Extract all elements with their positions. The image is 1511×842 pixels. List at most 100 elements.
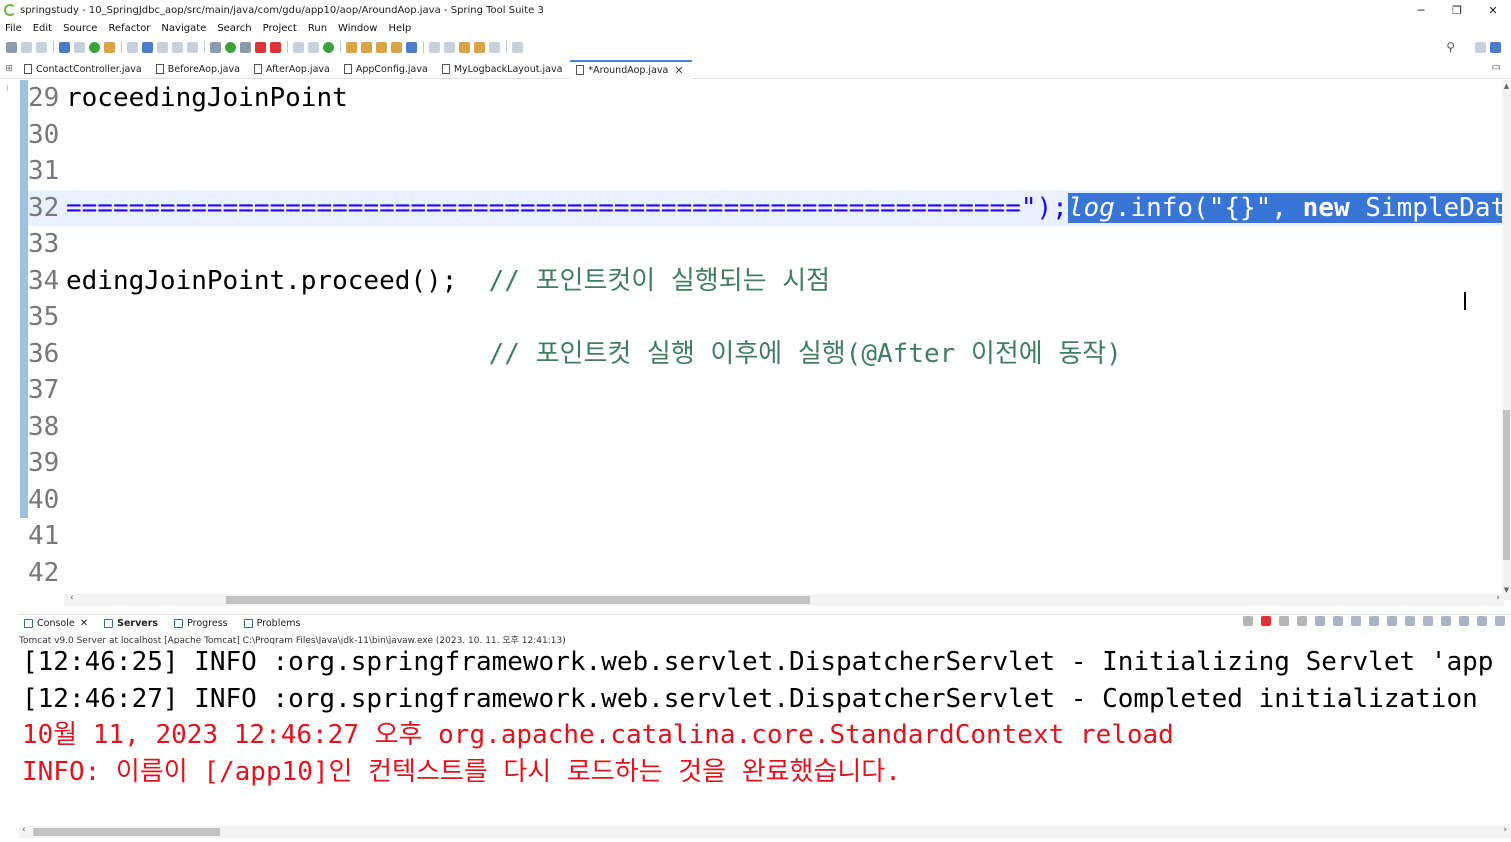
- scroll-right-icon[interactable]: ›: [1496, 593, 1500, 603]
- debug-icon[interactable]: [210, 41, 221, 53]
- show-on-output-icon[interactable]: [1369, 616, 1379, 626]
- skip-breakpoints-icon[interactable]: [74, 41, 85, 53]
- code-editor[interactable]: ⁝ 29 roceedingJoinPoint 30 31 32 =========…: [0, 80, 1511, 608]
- open-type-icon[interactable]: [346, 41, 357, 53]
- search-icon[interactable]: ⚲: [1446, 40, 1455, 54]
- minimize-editor-icon[interactable]: ▭: [1492, 62, 1501, 73]
- remove-all-terminated-icon[interactable]: [1297, 616, 1307, 626]
- toggle-mark-icon[interactable]: [127, 41, 138, 53]
- code-line[interactable]: 41: [28, 518, 1504, 554]
- block-select-icon[interactable]: [157, 41, 168, 53]
- external-tools-icon[interactable]: [270, 41, 281, 53]
- new-icon[interactable]: [6, 41, 17, 53]
- menu-run[interactable]: Run: [308, 23, 327, 34]
- scroll-thumb[interactable]: [1503, 410, 1510, 560]
- tab-progress[interactable]: Progress: [168, 618, 228, 629]
- scroll-left-icon[interactable]: ‹: [70, 593, 74, 603]
- back-icon[interactable]: [474, 41, 485, 53]
- word-wrap-icon[interactable]: [172, 41, 183, 53]
- code-line[interactable]: 37: [28, 372, 1504, 408]
- close-window-button[interactable]: ✕: [1475, 0, 1511, 20]
- scroll-left-icon[interactable]: ‹: [22, 825, 26, 835]
- tab-mylogbacklayout[interactable]: MyLogbackLayout.java: [436, 60, 571, 79]
- tab-contactcontroller[interactable]: ContactController.java: [18, 60, 150, 79]
- tab-appconfig[interactable]: AppConfig.java: [338, 60, 436, 79]
- next-annotation-icon[interactable]: [429, 41, 440, 53]
- spring-boot-icon[interactable]: [89, 41, 100, 53]
- restart-icon[interactable]: [1243, 616, 1253, 626]
- open-task-icon[interactable]: [361, 41, 372, 53]
- stop-icon[interactable]: [255, 41, 266, 53]
- search-tool-icon[interactable]: [376, 41, 387, 53]
- console-output[interactable]: [12:46:25] INFO :org.springframework.web…: [19, 644, 1503, 826]
- menu-project[interactable]: Project: [263, 23, 297, 34]
- new-package-icon[interactable]: [308, 41, 319, 53]
- tab-servers[interactable]: Servers: [98, 618, 158, 629]
- open-folder-icon[interactable]: [391, 41, 402, 53]
- minimize-panel-icon[interactable]: [1495, 616, 1505, 626]
- code-line[interactable]: 42: [28, 555, 1504, 591]
- menu-source[interactable]: Source: [63, 23, 97, 34]
- save-all-icon[interactable]: [36, 41, 47, 53]
- clear-console-icon[interactable]: [1315, 616, 1325, 626]
- code-line[interactable]: 30: [28, 117, 1504, 153]
- menu-window[interactable]: Window: [338, 23, 377, 34]
- current-code-line[interactable]: 32 ======================================…: [28, 189, 1511, 226]
- show-on-error-icon[interactable]: [1387, 616, 1397, 626]
- scroll-lock-icon[interactable]: [1333, 616, 1343, 626]
- word-wrap-icon[interactable]: [1351, 616, 1361, 626]
- tab-problems[interactable]: Problems: [238, 618, 300, 629]
- tab-console[interactable]: Console ✕: [18, 618, 88, 629]
- minimize-button[interactable]: ─: [1403, 0, 1439, 20]
- menu-refactor[interactable]: Refactor: [108, 23, 150, 34]
- highlight-icon[interactable]: [142, 41, 153, 53]
- code-line[interactable]: 39: [28, 445, 1504, 481]
- remove-launch-icon[interactable]: [1279, 616, 1289, 626]
- code-line[interactable]: 33: [28, 226, 1504, 262]
- pin-editor-icon[interactable]: [512, 41, 523, 53]
- scroll-thumb[interactable]: [226, 596, 810, 604]
- menu-help[interactable]: Help: [388, 23, 411, 34]
- refresh-icon[interactable]: [104, 41, 115, 53]
- display-console-icon[interactable]: [1423, 616, 1433, 626]
- console-horizontal-scrollbar[interactable]: ‹ ›: [19, 825, 1511, 838]
- terminate-icon[interactable]: [1261, 616, 1271, 626]
- scroll-right-icon[interactable]: ›: [1503, 825, 1507, 835]
- editor-vertical-scrollbar[interactable]: ▲ ▼: [1502, 80, 1511, 600]
- new-class-icon[interactable]: [323, 41, 334, 53]
- web-browser-icon[interactable]: [406, 41, 417, 53]
- open-perspective-icon[interactable]: [1475, 41, 1486, 53]
- last-edit-location-icon[interactable]: [459, 41, 470, 53]
- code-line[interactable]: 29 roceedingJoinPoint: [28, 80, 1504, 116]
- menu-search[interactable]: Search: [217, 23, 251, 34]
- run-icon[interactable]: [225, 41, 236, 53]
- scroll-down-icon[interactable]: ▼: [1502, 586, 1511, 594]
- close-tab-icon[interactable]: ✕: [80, 618, 88, 629]
- editor-horizontal-scrollbar[interactable]: ‹ ›: [64, 593, 1504, 606]
- code-line[interactable]: 36 // 포인트컷 실행 이후에 실행(@After 이전에 동작): [28, 336, 1504, 372]
- pin-console-icon[interactable]: [1405, 616, 1415, 626]
- close-tab-icon[interactable]: ✕: [674, 64, 683, 77]
- code-line[interactable]: 38: [28, 409, 1504, 445]
- terminal-icon[interactable]: [59, 41, 70, 53]
- save-icon[interactable]: [21, 41, 32, 53]
- code-line[interactable]: 40: [28, 482, 1504, 518]
- tab-beforeaop[interactable]: BeforeAop.java: [150, 60, 248, 79]
- restore-button[interactable]: ❐: [1439, 0, 1475, 20]
- menu-file[interactable]: File: [5, 23, 22, 34]
- menu-edit[interactable]: Edit: [33, 23, 52, 34]
- menu-navigate[interactable]: Navigate: [161, 23, 206, 34]
- scroll-thumb[interactable]: [33, 828, 220, 836]
- new-java-project-icon[interactable]: [293, 41, 304, 53]
- tab-afteraop[interactable]: AfterAop.java: [248, 60, 338, 79]
- open-console-icon[interactable]: [1441, 616, 1451, 626]
- whitespace-icon[interactable]: [187, 41, 198, 53]
- selected-text[interactable]: log.info("{}", new SimpleDate: [1067, 192, 1511, 223]
- settings-icon[interactable]: [1477, 616, 1487, 626]
- code-line[interactable]: 31: [28, 153, 1504, 189]
- previous-annotation-icon[interactable]: [444, 41, 455, 53]
- code-line[interactable]: 35: [28, 299, 1504, 335]
- tab-aroundaop[interactable]: *AroundAop.java ✕: [570, 59, 692, 79]
- java-perspective-icon[interactable]: [1490, 41, 1501, 53]
- editor-menu-icon[interactable]: ⊞: [0, 64, 18, 74]
